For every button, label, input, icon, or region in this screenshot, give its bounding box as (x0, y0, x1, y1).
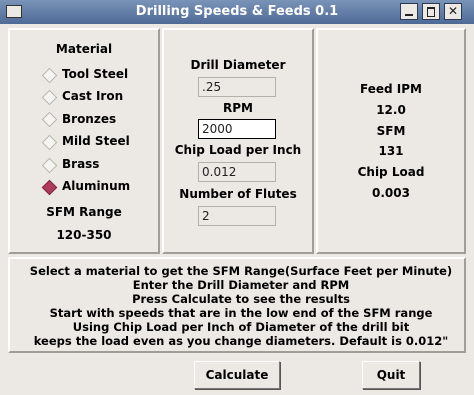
help-line: Press Calculate to see the results (132, 292, 350, 306)
sfm-range-value: 120-350 (56, 228, 112, 242)
feed-ipm-value: 12.0 (376, 103, 406, 117)
help-panel: Select a material to get the SFM Range(S… (8, 257, 466, 353)
chip-load-per-inch-label: Chip Load per Inch (174, 143, 302, 157)
material-option-label: Bronzes (62, 112, 117, 126)
help-line: Enter the Drill Diameter and RPM (132, 278, 350, 292)
feed-ipm-label: Feed IPM (360, 82, 422, 96)
drill-diameter-field[interactable]: .25 (198, 77, 276, 97)
maximize-button[interactable] (422, 3, 440, 20)
material-option-label: Tool Steel (62, 67, 129, 81)
material-option-label: Cast Iron (62, 89, 124, 103)
radio-indicator[interactable] (41, 67, 58, 84)
number-of-flutes-field[interactable]: 2 (198, 206, 276, 226)
material-option-label: Aluminum (62, 179, 131, 193)
minimize-button[interactable] (400, 3, 418, 20)
sfm-label: SFM (376, 124, 406, 138)
radio-indicator-selected[interactable] (41, 179, 58, 196)
chip-load-value: 0.003 (372, 186, 410, 200)
material-panel: Material Tool Steel Cast Iron Bronzes Mi… (8, 28, 160, 254)
quit-button[interactable]: Quit (362, 361, 420, 389)
input-panel: Drill Diameter .25 RPM 2000 Chip Load pe… (162, 28, 314, 254)
help-line: Using Chip Load per Inch of Diameter of … (72, 320, 410, 334)
radio-indicator[interactable] (41, 89, 58, 106)
close-icon: ✕ (447, 4, 459, 18)
chip-load-per-inch-field[interactable]: 0.012 (198, 162, 276, 182)
sfm-value: 131 (378, 144, 404, 158)
sfm-range-label: SFM Range (46, 205, 122, 219)
drill-diameter-label: Drill Diameter (190, 58, 286, 72)
material-option-label: Brass (62, 157, 100, 171)
radio-indicator[interactable] (41, 111, 58, 128)
app-window: Drilling Speeds & Feeds 0.1 ✕ Material T… (0, 0, 474, 395)
help-line: Start with speeds that are in the low en… (49, 306, 433, 320)
material-heading: Material (55, 42, 113, 56)
close-button[interactable]: ✕ (444, 3, 462, 20)
material-option-label: Mild Steel (62, 134, 130, 148)
number-of-flutes-label: Number of Flutes (179, 187, 297, 201)
radio-indicator[interactable] (41, 157, 58, 174)
chip-load-label: Chip Load (357, 165, 425, 179)
rpm-field[interactable]: 2000 (198, 119, 276, 139)
calculate-button[interactable]: Calculate (194, 361, 280, 389)
rpm-label: RPM (223, 101, 253, 115)
help-line: Select a material to get the SFM Range(S… (29, 264, 453, 278)
title-bar[interactable]: Drilling Speeds & Feeds 0.1 ✕ (0, 0, 474, 24)
help-line: keeps the load even as you change diamet… (33, 334, 449, 348)
results-panel: Feed IPM 12.0 SFM 131 Chip Load 0.003 (316, 28, 466, 254)
radio-indicator[interactable] (41, 134, 58, 151)
